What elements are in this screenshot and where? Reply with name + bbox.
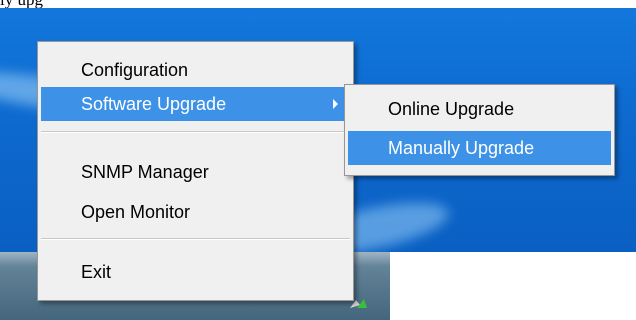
menu-item-configuration[interactable]: Configuration <box>41 53 350 87</box>
menu-item-label: Exit <box>81 262 112 282</box>
menu-item-label: Open Monitor <box>81 202 191 222</box>
submenu-item-label: Online Upgrade <box>388 99 515 119</box>
menu-item-label: SNMP Manager <box>81 162 209 182</box>
menu-item-label: Configuration <box>81 60 189 80</box>
menu-item-open-monitor[interactable]: Open Monitor <box>41 195 350 229</box>
menu-separator <box>41 131 350 133</box>
menu-separator <box>41 238 350 240</box>
software-upgrade-submenu: Online Upgrade Manually Upgrade <box>344 84 615 176</box>
menu-item-exit[interactable]: Exit <box>41 255 350 289</box>
menu-item-software-upgrade[interactable]: Software Upgrade <box>41 87 350 121</box>
context-menu: Configuration Software Upgrade SNMP Mana… <box>37 41 354 301</box>
menu-item-snmp-manager[interactable]: SNMP Manager <box>41 155 350 189</box>
submenu-item-online-upgrade[interactable]: Online Upgrade <box>348 92 611 126</box>
submenu-item-label: Manually Upgrade <box>388 138 535 158</box>
chevron-right-icon <box>333 99 338 109</box>
submenu-item-manually-upgrade[interactable]: Manually Upgrade <box>348 131 611 165</box>
menu-item-label: Software Upgrade <box>81 94 227 114</box>
